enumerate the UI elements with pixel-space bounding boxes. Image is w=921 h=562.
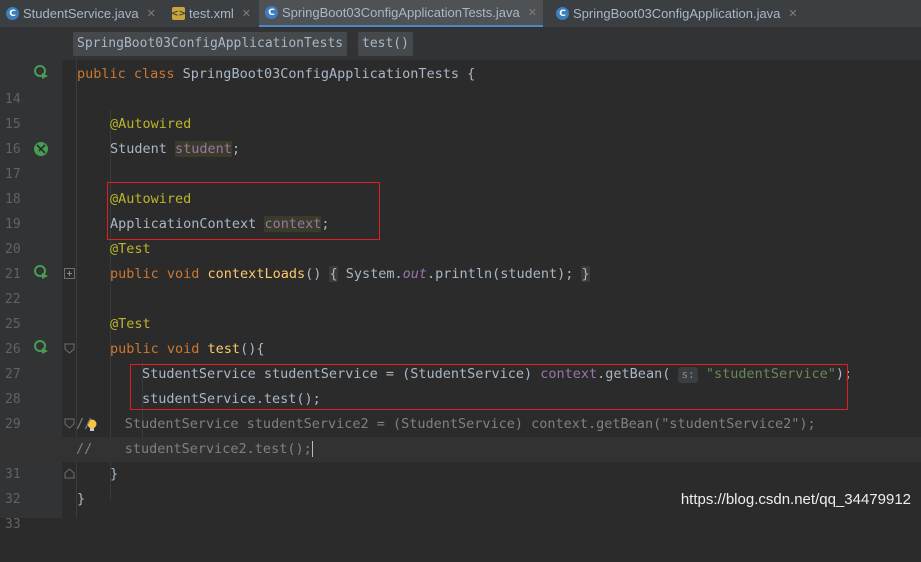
close-icon[interactable]: ✕ <box>788 7 797 20</box>
code-line[interactable]: 14 public class SpringBoot03ConfigApplic… <box>0 62 921 107</box>
highlight-box-getbean-call <box>130 364 848 410</box>
tab-test-xml[interactable]: <> test.xml ✕ <box>170 0 251 27</box>
code-line-current[interactable]: 31 // studentService2.test(); <box>0 437 921 482</box>
code-text[interactable]: @Autowired <box>110 112 191 137</box>
code-line[interactable]: 30 // StudentService studentService2 = (… <box>0 412 921 457</box>
code-line[interactable]: 21 @Test <box>0 237 921 282</box>
code-text[interactable]: } <box>77 487 85 512</box>
line-number: 33 <box>5 517 21 532</box>
code-text[interactable]: @Test <box>110 237 151 262</box>
code-line[interactable]: 22 public void contextLoads() { System.o… <box>0 262 921 307</box>
tab-springboot03configapplication-java[interactable]: C SpringBoot03ConfigApplication.java ✕ <box>556 0 798 27</box>
code-text[interactable]: Student student; <box>110 137 240 162</box>
code-text[interactable]: @Test <box>110 312 151 337</box>
tab-springboot03configapplicationtests-java[interactable]: C SpringBoot03ConfigApplicationTests.jav… <box>259 0 543 27</box>
code-line[interactable]: 15 <box>0 87 921 132</box>
watermark: https://blog.csdn.net/qq_34479912 <box>680 491 911 508</box>
breadcrumb-class[interactable]: SpringBoot03ConfigApplicationTests <box>73 32 348 56</box>
tab-studentservice-java[interactable]: C StudentService.java ✕ <box>6 0 156 27</box>
code-line[interactable]: 26 @Test <box>0 312 921 357</box>
code-text[interactable]: // StudentService studentService2 = (Stu… <box>76 412 816 437</box>
close-icon[interactable]: ✕ <box>528 6 537 19</box>
tab-label: SpringBoot03ConfigApplicationTests.java <box>282 5 520 20</box>
highlight-box-context-field <box>107 182 380 240</box>
breadcrumb-method[interactable]: test() <box>358 32 413 56</box>
java-class-icon: C <box>556 7 569 20</box>
editor-tab-bar: C StudentService.java ✕ <> test.xml ✕ C … <box>0 0 921 28</box>
code-line[interactable]: 17 Student student; <box>0 137 921 182</box>
tab-label: StudentService.java <box>23 6 139 21</box>
java-class-icon: C <box>6 7 19 20</box>
code-text[interactable]: } <box>110 462 118 487</box>
close-icon[interactable]: ✕ <box>242 7 251 20</box>
code-text[interactable]: // studentService2.test(); <box>76 437 313 462</box>
code-line[interactable]: 16 @Autowired <box>0 112 921 157</box>
code-line[interactable]: 32 } <box>0 462 921 507</box>
close-icon[interactable]: ✕ <box>147 7 156 20</box>
xml-file-icon: <> <box>170 7 187 20</box>
breadcrumb: SpringBoot03ConfigApplicationTests test(… <box>0 28 921 60</box>
tab-label: SpringBoot03ConfigApplication.java <box>573 6 781 21</box>
code-text[interactable]: public class SpringBoot03ConfigApplicati… <box>77 62 475 87</box>
text-caret <box>311 441 313 457</box>
code-text[interactable]: public void test(){ <box>110 337 264 362</box>
tab-label: test.xml <box>189 6 234 21</box>
code-text[interactable]: public void contextLoads() { System.out.… <box>110 262 590 287</box>
java-class-icon: C <box>265 6 278 19</box>
code-line[interactable]: 25 <box>0 287 921 332</box>
code-line[interactable]: 27 public void test(){ <box>0 337 921 382</box>
